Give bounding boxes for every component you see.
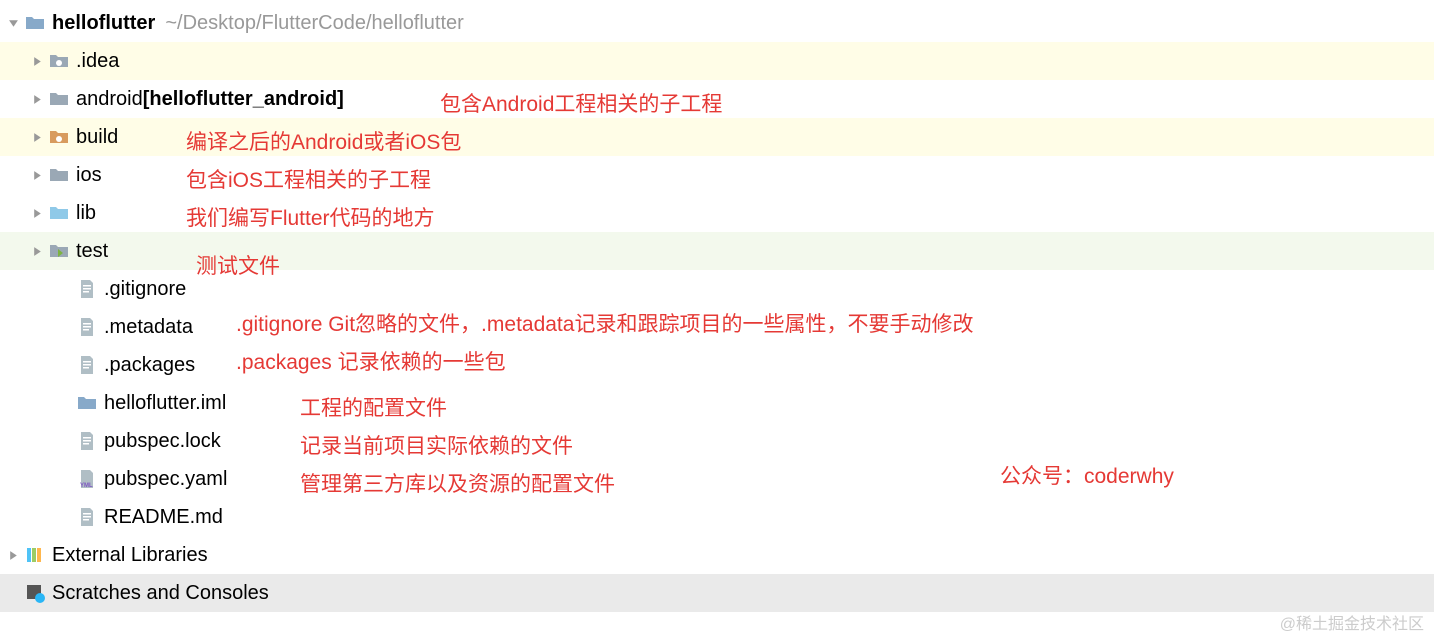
- tree-item[interactable]: android [helloflutter_android] 包含Android工…: [0, 80, 1434, 118]
- external-libraries-row[interactable]: External Libraries: [0, 536, 1434, 574]
- folder-icon: [24, 12, 46, 34]
- tree-item[interactable]: ios 包含iOS工程相关的子工程: [0, 156, 1434, 194]
- tree-item[interactable]: test测试文件: [0, 232, 1434, 270]
- tree-item-label: ios: [76, 164, 102, 187]
- external-libraries-label: External Libraries: [52, 544, 208, 567]
- libraries-icon: [24, 544, 46, 566]
- tree-item[interactable]: build 编译之后的Android或者iOS包: [0, 118, 1434, 156]
- file-icon: [76, 278, 98, 300]
- tree-item-suffix: [helloflutter_android]: [143, 88, 344, 111]
- annotation: 包含iOS工程相关的子工程: [186, 164, 431, 194]
- tree-item-label: pubspec.yaml: [104, 468, 227, 491]
- watermark: @稀土掘金技术社区: [1280, 610, 1424, 634]
- author-signature: 公众号：coderwhy: [1000, 460, 1174, 490]
- tree-item[interactable]: lib 我们编写Flutter代码的地方: [0, 194, 1434, 232]
- folder-special-icon: [48, 50, 70, 72]
- tree-item-label: README.md: [104, 506, 223, 529]
- tree-item[interactable]: .gitignore: [0, 270, 1434, 308]
- tree-item-label: lib: [76, 202, 96, 225]
- expand-arrow-icon[interactable]: [4, 18, 22, 29]
- file-yaml-icon: YML: [76, 468, 98, 490]
- folder-dot-icon: [48, 164, 70, 186]
- file-iml-icon: [76, 392, 98, 414]
- tree-item[interactable]: pubspec.lock 记录当前项目实际依赖的文件: [0, 422, 1434, 460]
- file-icon: [76, 506, 98, 528]
- tree-item-label: .gitignore: [104, 278, 186, 301]
- annotation: 管理第三方库以及资源的配置文件: [300, 468, 615, 498]
- annotation: 我们编写Flutter代码的地方: [186, 202, 435, 232]
- tree-item-label: helloflutter.iml: [104, 392, 226, 415]
- tree-item-label: .idea: [76, 50, 119, 73]
- expand-arrow-icon[interactable]: [28, 132, 46, 143]
- tree-item-label: build: [76, 126, 118, 149]
- annotation: 编译之后的Android或者iOS包: [186, 126, 461, 156]
- folder-plain-icon: [48, 202, 70, 224]
- folder-test-icon: [48, 240, 70, 262]
- annotation: 记录当前项目实际依赖的文件: [300, 430, 573, 460]
- project-name: helloflutter: [52, 12, 155, 35]
- tree-item-label: test: [76, 240, 108, 263]
- scratches-row[interactable]: Scratches and Consoles: [0, 574, 1434, 612]
- file-icon: [76, 316, 98, 338]
- project-tree: helloflutter ~/Desktop/FlutterCode/hello…: [0, 0, 1434, 612]
- folder-icon: [48, 88, 70, 110]
- expand-arrow-icon[interactable]: [4, 550, 22, 561]
- tree-item[interactable]: YML pubspec.yaml 管理第三方库以及资源的配置文件: [0, 460, 1434, 498]
- tree-item[interactable]: .idea: [0, 42, 1434, 80]
- annotation: 包含Android工程相关的子工程: [440, 88, 722, 118]
- tree-item-label: android: [76, 88, 143, 111]
- scratches-icon: [24, 582, 46, 604]
- tree-item-label: .metadata: [104, 316, 193, 339]
- tree-item[interactable]: .packages .packages 记录依赖的一些包: [0, 346, 1434, 384]
- tree-item-label: .packages: [104, 354, 195, 377]
- tree-item[interactable]: helloflutter.iml 工程的配置文件: [0, 384, 1434, 422]
- expand-arrow-icon[interactable]: [28, 94, 46, 105]
- svg-text:YML: YML: [80, 483, 93, 489]
- expand-arrow-icon[interactable]: [28, 208, 46, 219]
- annotation: 工程的配置文件: [300, 392, 447, 422]
- project-path: ~/Desktop/FlutterCode/helloflutter: [165, 12, 464, 35]
- tree-item[interactable]: README.md: [0, 498, 1434, 536]
- expand-arrow-icon[interactable]: [28, 246, 46, 257]
- annotation: .packages 记录依赖的一些包: [236, 346, 506, 376]
- expand-arrow-icon[interactable]: [28, 170, 46, 181]
- file-icon: [76, 354, 98, 376]
- tree-root-row[interactable]: helloflutter ~/Desktop/FlutterCode/hello…: [0, 4, 1434, 42]
- file-icon: [76, 430, 98, 452]
- expand-arrow-icon[interactable]: [28, 56, 46, 67]
- scratches-label: Scratches and Consoles: [52, 582, 269, 605]
- folder-build-icon: [48, 126, 70, 148]
- tree-item-label: pubspec.lock: [104, 430, 221, 453]
- annotation: .gitignore Git忽略的文件，.metadata记录和跟踪项目的一些属…: [236, 308, 973, 338]
- tree-item[interactable]: .metadata .gitignore Git忽略的文件，.metadata记录…: [0, 308, 1434, 346]
